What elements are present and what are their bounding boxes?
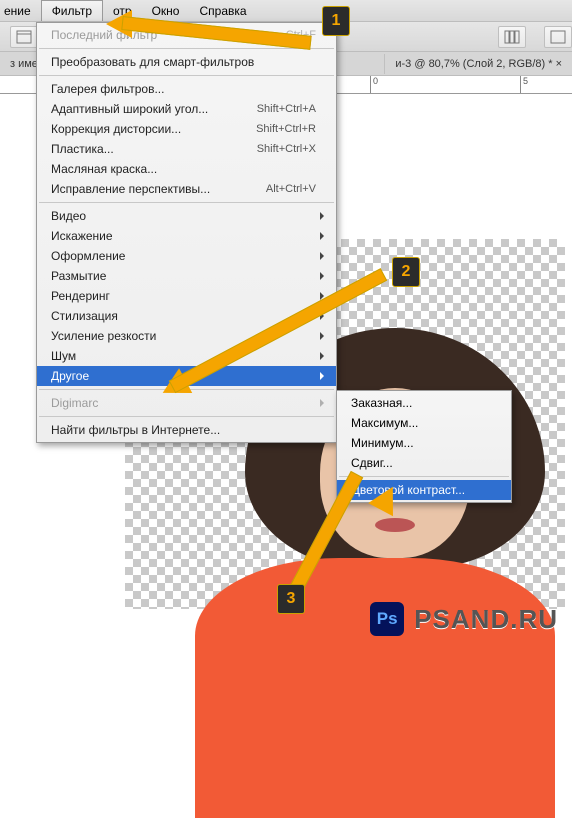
menu-distort[interactable]: Искажение: [37, 226, 336, 246]
menu-render[interactable]: Рендеринг: [37, 286, 336, 306]
menu-pixelate[interactable]: Оформление: [37, 246, 336, 266]
watermark-text: PSAND.RU: [414, 604, 558, 635]
annotation-badge-3: 3: [277, 584, 305, 614]
menu-item-edit-cut[interactable]: ение: [0, 1, 41, 21]
submenu-custom[interactable]: Заказная...: [337, 393, 511, 413]
ps-logo-icon: Ps: [370, 602, 404, 636]
submenu-offset[interactable]: Сдвиг...: [337, 453, 511, 473]
annotation-badge-2: 2: [392, 257, 420, 287]
menu-video[interactable]: Видео: [37, 206, 336, 226]
menu-digimarc: Digimarc: [37, 393, 336, 413]
toolbar-button-4[interactable]: [544, 26, 572, 48]
menu-noise[interactable]: Шум: [37, 346, 336, 366]
menu-sharpen[interactable]: Усиление резкости: [37, 326, 336, 346]
document-tab-right[interactable]: и-3 @ 80,7% (Слой 2, RGB/8) * ×: [384, 54, 572, 74]
toolbar-button-3[interactable]: [498, 26, 526, 48]
submenu-minimum[interactable]: Минимум...: [337, 433, 511, 453]
menu-adaptive-wide[interactable]: Адаптивный широкий угол...Shift+Ctrl+A: [37, 99, 336, 119]
menu-item-view-cut[interactable]: отр: [103, 1, 142, 21]
menu-other[interactable]: Другое: [37, 366, 336, 386]
menu-item-filter[interactable]: Фильтр: [41, 0, 103, 21]
menubar: ение Фильтр отр Окно Справка: [0, 0, 572, 22]
filter-other-submenu: Заказная... Максимум... Минимум... Сдвиг…: [336, 390, 512, 503]
submenu-maximum[interactable]: Максимум...: [337, 413, 511, 433]
menu-stylize[interactable]: Стилизация: [37, 306, 336, 326]
menu-last-filter: Последний фильтрCtrl+F: [37, 25, 336, 45]
menu-filter-gallery[interactable]: Галерея фильтров...: [37, 79, 336, 99]
annotation-badge-1: 1: [322, 6, 350, 36]
menu-item-help[interactable]: Справка: [189, 1, 256, 21]
menu-lens-correction[interactable]: Коррекция дисторсии...Shift+Ctrl+R: [37, 119, 336, 139]
menu-liquify[interactable]: Пластика...Shift+Ctrl+X: [37, 139, 336, 159]
menu-browse-online[interactable]: Найти фильтры в Интернете...: [37, 420, 336, 440]
menu-item-window[interactable]: Окно: [142, 1, 190, 21]
filter-menu: Последний фильтрCtrl+F Преобразовать для…: [36, 22, 337, 443]
menu-convert-smart[interactable]: Преобразовать для смарт-фильтров: [37, 52, 336, 72]
ruler-tick: 0: [370, 76, 378, 93]
menu-oil-paint[interactable]: Масляная краска...: [37, 159, 336, 179]
toolbar-button-1[interactable]: [10, 26, 38, 48]
submenu-high-pass[interactable]: Цветовой контраст...: [337, 480, 511, 500]
ruler-tick: 5: [520, 76, 528, 93]
menu-vanishing-point[interactable]: Исправление перспективы...Alt+Ctrl+V: [37, 179, 336, 199]
menu-blur[interactable]: Размытие: [37, 266, 336, 286]
